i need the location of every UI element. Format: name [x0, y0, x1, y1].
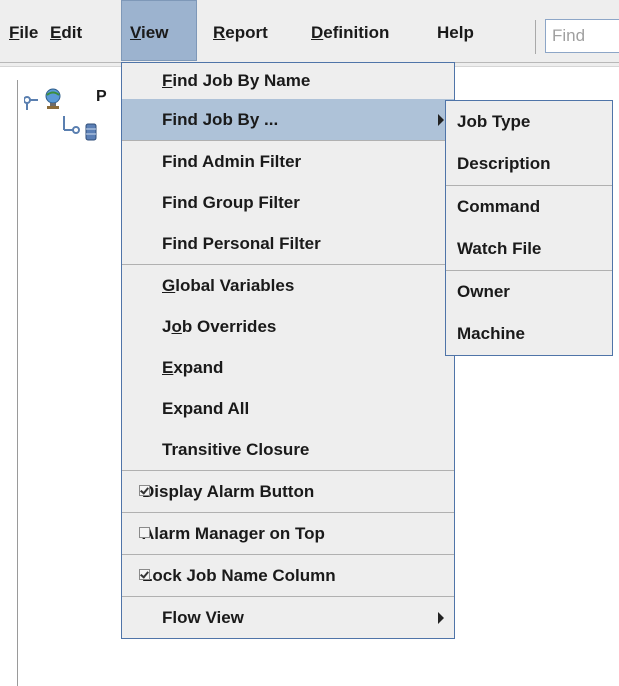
menu-item-expand-all[interactable]: Expand All	[122, 388, 454, 429]
menu-item-transitive-closure[interactable]: Transitive Closure	[122, 429, 454, 470]
tree-expand-handle[interactable]	[24, 96, 38, 110]
tree-root-label[interactable]: P	[96, 88, 107, 106]
find-job-by-submenu: Job Type Description Command Watch File …	[445, 100, 613, 356]
menu-item-lock-job-name-column[interactable]: Lock Job Name Column	[122, 555, 454, 596]
menu-item-expand[interactable]: Expand	[122, 347, 454, 388]
toolbar-separator	[535, 20, 536, 54]
submenu-item-command[interactable]: Command	[446, 186, 612, 228]
tree-child-connector	[63, 116, 80, 134]
tree-panel-border	[17, 80, 18, 686]
menu-item-global-variables[interactable]: Global Variables	[122, 265, 454, 306]
tree-view	[24, 88, 97, 141]
menu-definition[interactable]: Definition	[311, 0, 389, 61]
checkbox-checked-icon	[139, 485, 150, 496]
submenu-arrow-icon	[438, 114, 444, 126]
submenu-item-owner[interactable]: Owner	[446, 271, 612, 313]
checkbox-checked-icon	[139, 569, 150, 580]
menu-item-find-personal-filter[interactable]: Find Personal Filter	[122, 223, 454, 264]
menu-item-find-job-by-name[interactable]: Find Job By Name	[122, 63, 454, 99]
menu-bar: File Edit View Report Definition Help	[0, 0, 619, 67]
menu-item-find-job-by[interactable]: Find Job By ...	[122, 99, 454, 140]
menu-item-find-admin-filter[interactable]: Find Admin Filter	[122, 141, 454, 182]
menu-view[interactable]: View	[121, 0, 197, 61]
checkbox-unchecked-icon	[139, 527, 150, 538]
find-input[interactable]	[545, 19, 619, 53]
menu-item-alarm-manager-on-top[interactable]: Alarm Manager on Top	[122, 513, 454, 554]
submenu-arrow-icon	[438, 612, 444, 624]
submenu-item-machine[interactable]: Machine	[446, 313, 612, 355]
view-menu: Find Job By Name Find Job By ... Find Ad…	[121, 62, 455, 639]
menu-edit[interactable]: Edit	[50, 0, 82, 61]
globe-icon	[45, 88, 61, 109]
submenu-item-watch-file[interactable]: Watch File	[446, 228, 612, 270]
database-icon	[85, 123, 97, 141]
menu-help[interactable]: Help	[437, 0, 474, 61]
menu-item-display-alarm-button[interactable]: Display Alarm Button	[122, 471, 454, 512]
submenu-item-job-type[interactable]: Job Type	[446, 101, 612, 143]
menu-report[interactable]: Report	[213, 0, 268, 61]
menu-item-flow-view[interactable]: Flow View	[122, 597, 454, 638]
menu-item-find-group-filter[interactable]: Find Group Filter	[122, 182, 454, 223]
menu-item-job-overrides[interactable]: Job Overrides	[122, 306, 454, 347]
menu-file[interactable]: File	[9, 0, 38, 61]
submenu-item-description[interactable]: Description	[446, 143, 612, 185]
